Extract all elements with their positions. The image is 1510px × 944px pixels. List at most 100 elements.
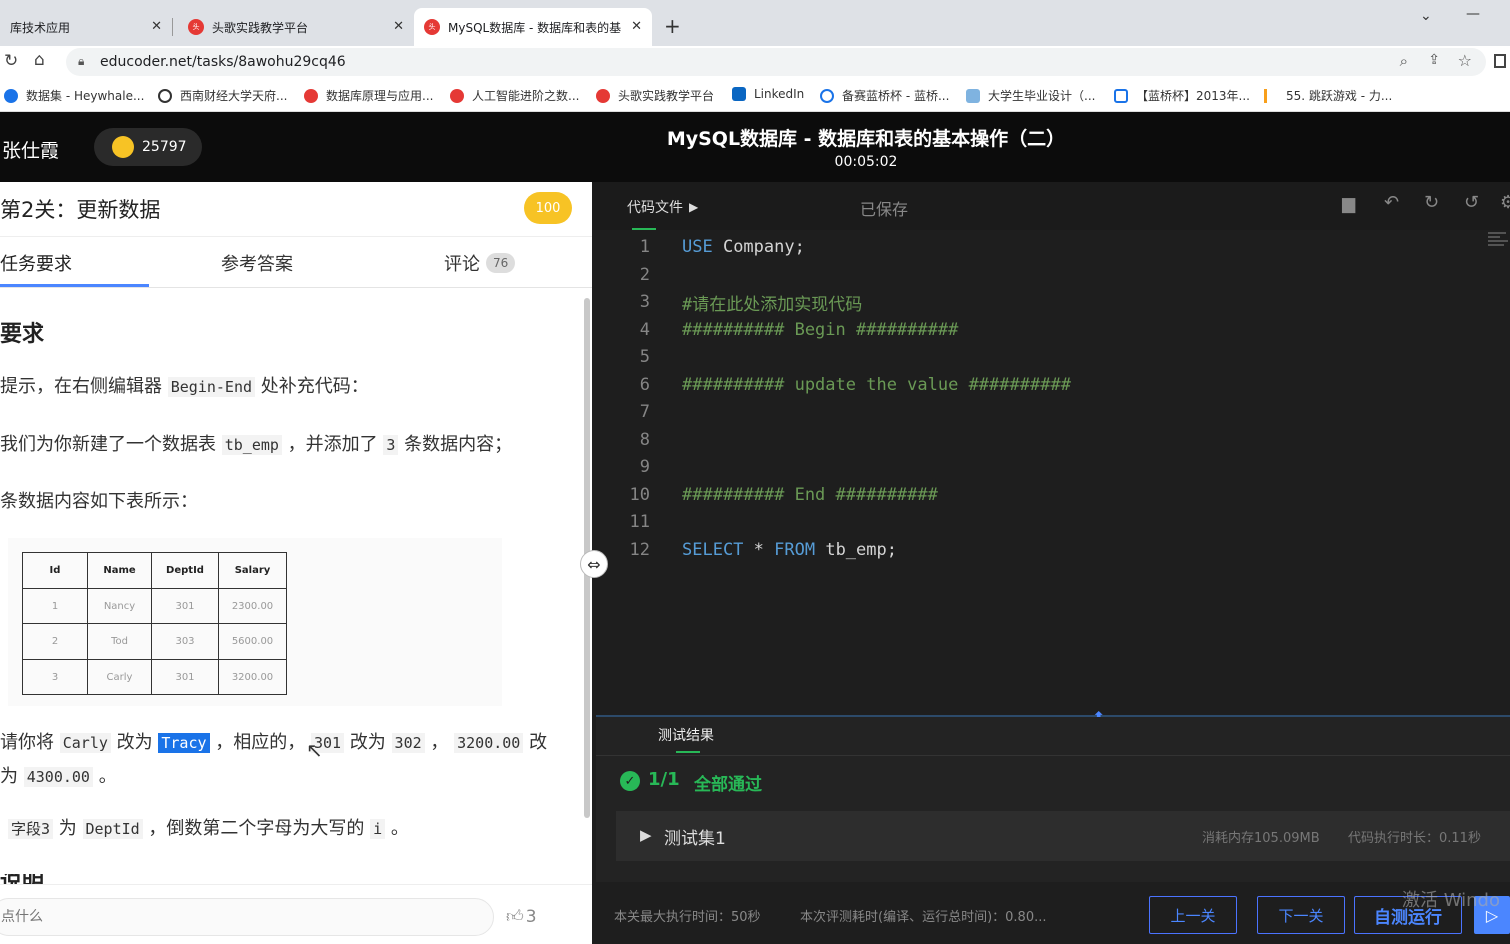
instruction-para: 条数据内容如下表所示： bbox=[0, 487, 198, 513]
code-line[interactable]: 6 ########## update the value ########## bbox=[592, 371, 1071, 399]
code-token: ########## Begin ########## bbox=[682, 319, 959, 340]
table-cell: 3 bbox=[22, 659, 88, 695]
next-level-button[interactable]: 下一关 bbox=[1257, 896, 1345, 934]
divider bbox=[596, 755, 1510, 756]
code-line[interactable]: 11 bbox=[592, 508, 650, 536]
table-header-cell: Name bbox=[87, 552, 152, 589]
tab-requirements[interactable]: 任务要求 bbox=[0, 250, 72, 276]
bookmark-item[interactable]: 大学生毕业设计（... bbox=[966, 87, 1095, 104]
code-line[interactable]: 7 bbox=[592, 398, 650, 426]
text: 为 bbox=[58, 818, 77, 839]
bookmark-item[interactable]: 数据集 - Heywhale... bbox=[4, 87, 144, 104]
close-icon[interactable]: ✕ bbox=[631, 19, 642, 34]
line-number: 7 bbox=[639, 402, 650, 422]
sidebar-icon[interactable] bbox=[1494, 54, 1506, 68]
panel-resize-handle-icon[interactable]: ⇔ bbox=[580, 550, 608, 578]
expand-triangle-icon[interactable]: ▶ bbox=[640, 826, 652, 844]
text: ，相应的， bbox=[215, 732, 306, 753]
bookmark-item[interactable]: 55. 跳跃游戏 - 力... bbox=[1264, 87, 1392, 104]
home-icon[interactable]: ⌂ bbox=[34, 50, 45, 70]
tab-label: 头歌实践教学平台 bbox=[212, 20, 309, 35]
line-text: ########## Begin ########## bbox=[682, 320, 958, 340]
share-icon[interactable]: ⇪ bbox=[1428, 52, 1440, 68]
line-number: 3 bbox=[639, 292, 650, 312]
bookmark-item[interactable]: 头歌实践教学平台 bbox=[596, 87, 714, 104]
tab-search-icon[interactable]: ⌄ bbox=[1420, 8, 1432, 24]
code-editor[interactable]: 1 USE Company; 2 3 #请在此处添加实现代码 4 ########## Be… bbox=[592, 230, 1510, 716]
bilibili-icon bbox=[1114, 88, 1128, 103]
browser-tab-active[interactable]: 头 MySQL数据库 - 数据库和表的基 ✕ bbox=[414, 8, 652, 46]
max-exec-time: 本关最大执行时间：50秒 bbox=[614, 910, 761, 925]
bookmark-item[interactable]: 数据库原理与应用... bbox=[304, 87, 433, 104]
settings-icon[interactable]: ⚙ bbox=[1500, 192, 1510, 213]
code-line[interactable]: 2 bbox=[592, 261, 650, 289]
zoom-icon[interactable]: ⌕ bbox=[1400, 52, 1408, 70]
code-token: Company; bbox=[712, 237, 805, 257]
minimap-line bbox=[1488, 232, 1506, 234]
history-icon[interactable]: ↺ bbox=[1464, 192, 1479, 213]
eval-time: 本次评测耗时(编译、运行总时间)：0.80... bbox=[800, 910, 1047, 925]
inline-code: Begin-End bbox=[167, 377, 256, 397]
inline-code: tb_emp bbox=[221, 435, 282, 455]
minimap-line bbox=[1488, 240, 1508, 242]
divider bbox=[0, 236, 592, 237]
table-row: 1 Nancy 301 2300.00 bbox=[22, 588, 287, 624]
bookmark-item[interactable]: 西南财经大学天府... bbox=[158, 87, 287, 104]
line-number: 1 bbox=[639, 237, 650, 257]
code-line[interactable]: 1 USE Company; bbox=[592, 233, 805, 261]
table-row: 3 Carly 301 3200.00 bbox=[22, 659, 287, 695]
tab-comments[interactable]: 评论 76 bbox=[444, 250, 516, 276]
code-token: SELECT bbox=[682, 539, 744, 560]
line-text: ########## update the value ########## bbox=[682, 375, 1071, 395]
username[interactable]: 张仕霞 bbox=[2, 136, 59, 163]
undo-icon[interactable]: ↶ bbox=[1384, 192, 1399, 213]
star-icon[interactable]: ☆ bbox=[1458, 51, 1472, 70]
code-line[interactable]: 8 bbox=[592, 426, 650, 454]
code-line[interactable]: 9 bbox=[592, 453, 650, 481]
code-line[interactable]: 4 ########## Begin ########## bbox=[592, 316, 959, 344]
lanqiao-icon bbox=[820, 88, 834, 103]
results-tab-indicator bbox=[676, 751, 700, 753]
cursor-icon: ↖ bbox=[306, 738, 323, 762]
close-icon[interactable]: ✕ bbox=[393, 19, 404, 34]
thumbs-up-icon: 👍︎ bbox=[506, 907, 524, 927]
minimap[interactable] bbox=[1488, 230, 1510, 256]
text: ，倒数第二个字母为大写的 bbox=[148, 818, 365, 839]
testset-row[interactable]: ▶ 测试集1 消耗内存105.09MB 代码执行时长：0.11秒 bbox=[616, 811, 1510, 861]
prev-level-button[interactable]: 上一关 bbox=[1149, 896, 1237, 934]
tab-test-results[interactable]: 测试结果 bbox=[658, 725, 714, 745]
code-line[interactable]: 10 ########## End ########## bbox=[592, 481, 938, 509]
table-cell: 2 bbox=[22, 623, 88, 660]
close-icon[interactable]: ✕ bbox=[151, 19, 162, 34]
bookmark-item[interactable]: 人工智能进阶之数... bbox=[450, 87, 579, 104]
bookmark-item[interactable]: LinkedIn bbox=[732, 87, 804, 101]
browser-tab[interactable]: 头 头歌实践教学平台 ✕ bbox=[178, 8, 414, 46]
table-cell: 301 bbox=[151, 659, 219, 695]
section-title: 要求 bbox=[0, 322, 45, 347]
code-token: USE bbox=[682, 237, 713, 257]
code-file-button[interactable]: 代码文件 ▶ bbox=[627, 197, 698, 217]
tab-answer[interactable]: 参考答案 bbox=[221, 250, 293, 276]
data-table: Id Name DeptId Salary 1 Nancy 301 2300.0… bbox=[22, 552, 287, 695]
comment-input[interactable] bbox=[0, 898, 494, 936]
browser-tab[interactable]: 库技术应用 ✕ bbox=[0, 8, 172, 46]
code-line[interactable]: 3 #请在此处添加实现代码 bbox=[592, 288, 863, 316]
bookmark-item[interactable]: 【蓝桥杯】2013年... bbox=[1114, 87, 1250, 104]
like-button[interactable]: 👍︎ 3 bbox=[506, 906, 537, 928]
reload-icon[interactable]: ↻ bbox=[4, 51, 18, 71]
line-number: 6 bbox=[639, 374, 650, 395]
table-cell: 5600.00 bbox=[218, 623, 287, 660]
text: 条数据内容如下表所示： bbox=[0, 491, 198, 512]
bookmark-item[interactable]: 备赛蓝桥杯 - 蓝桥... bbox=[820, 87, 949, 104]
line-number: 8 bbox=[639, 429, 650, 450]
refresh-icon[interactable]: ↻ bbox=[1424, 192, 1439, 213]
new-tab-button[interactable]: + bbox=[664, 14, 681, 38]
folder-icon[interactable]: ▆ bbox=[1342, 194, 1355, 214]
table-row: 2 Tod 303 5600.00 bbox=[22, 623, 287, 660]
coin-icon bbox=[112, 136, 134, 158]
coin-badge[interactable]: 25797 bbox=[94, 128, 202, 166]
url-field[interactable]: 🔒︎ educoder.net/tasks/8awohu29cq46 ⌕ ⇪ ☆ bbox=[66, 48, 1486, 76]
code-line[interactable]: 5 bbox=[592, 343, 650, 371]
minimize-icon[interactable]: — bbox=[1466, 6, 1480, 22]
bookmark-label: LinkedIn bbox=[754, 87, 805, 101]
